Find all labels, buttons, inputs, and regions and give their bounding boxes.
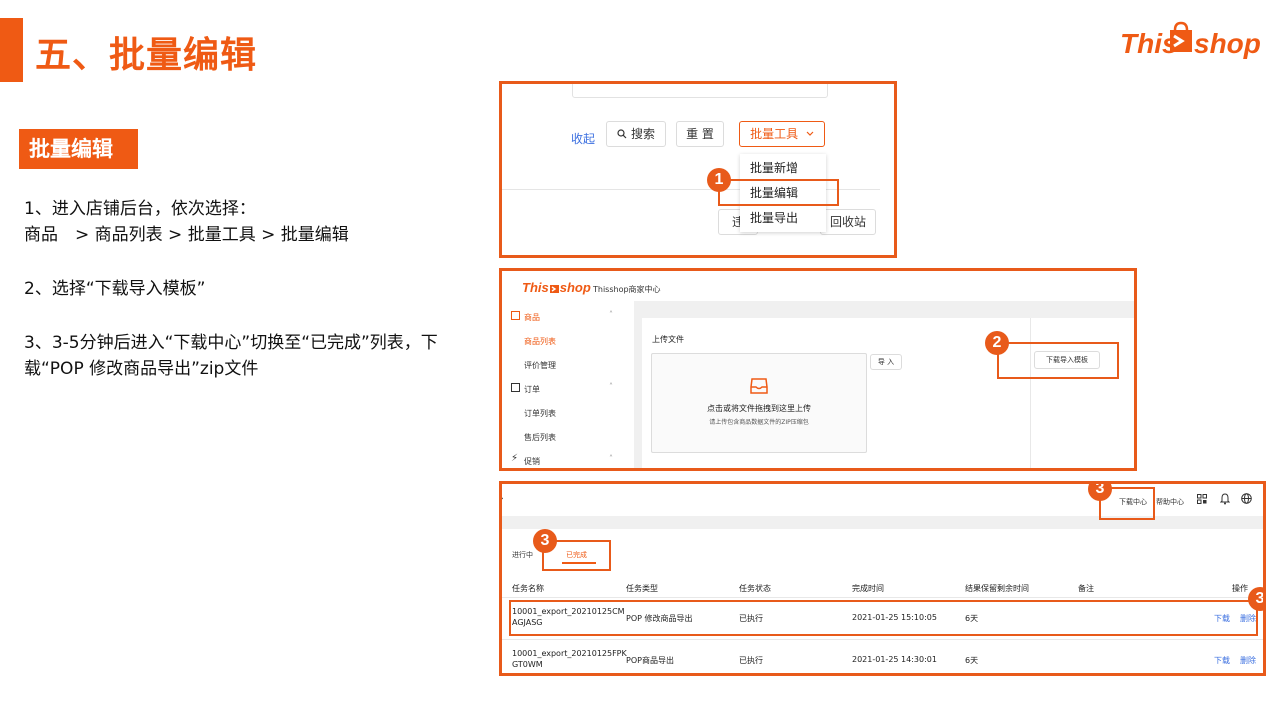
menu-item-batch-add[interactable]: 批量新增: [740, 156, 826, 180]
screenshot-upload-page: This shop Thisshop商家中心 商品 ˄ 商品列表 评价管理 订单 …: [499, 268, 1137, 471]
thisshop-logo: This shop: [1120, 14, 1270, 70]
sidebar-group-goods[interactable]: 商品: [524, 312, 540, 323]
instruction-steps: 1、进入店铺后台，依次选择： 商品 > 商品列表 > 批量工具 > 批量编辑 2…: [24, 196, 474, 410]
upload-section-title: 上传文件: [652, 335, 684, 344]
finish-time: 2021-01-25 14:30:01: [852, 655, 937, 664]
upload-inbox-icon: [750, 378, 768, 394]
slide-title: 五、批量编辑: [35, 35, 258, 76]
task-type: POP商品导出: [626, 656, 674, 665]
collapse-link[interactable]: 收起: [571, 130, 595, 147]
table-row: 10001_export_20210125FPK GT0WM POP商品导出 已…: [502, 640, 1263, 673]
sidebar-item-goods-list[interactable]: 商品列表: [524, 336, 556, 347]
step-badge-3-row: 3: [1248, 587, 1263, 611]
remaining-time: 6天: [965, 656, 979, 665]
recycle-bin-button[interactable]: 回收站: [820, 209, 876, 235]
panel-divider: [1030, 318, 1031, 468]
mini-logo: This shop: [522, 280, 591, 295]
sidebar: 商品 ˄ 商品列表 评价管理 订单 ˄ 订单列表 售后列表 ⚡ 促销 ˄: [502, 301, 634, 468]
chevron-up-icon: ˄: [609, 454, 613, 463]
menu-item-batch-export[interactable]: 批量导出: [740, 206, 826, 230]
highlight-download-template: [997, 342, 1119, 379]
search-button[interactable]: 搜索: [606, 121, 666, 147]
bell-icon[interactable]: [1220, 493, 1230, 505]
tab-in-progress[interactable]: 进行中: [512, 550, 533, 560]
highlight-pop-export-row: [509, 600, 1258, 636]
import-button[interactable]: 导 入: [870, 354, 902, 370]
batch-tools-label: 批量工具: [750, 127, 799, 141]
reset-button[interactable]: 重 置: [676, 121, 724, 147]
slide: 五、批量编辑 This shop 批量编辑 1、进入店铺后台，依次选择： 商品 …: [0, 0, 1280, 720]
globe-icon[interactable]: [1241, 493, 1252, 504]
help-center-link[interactable]: 帮助中心: [1156, 497, 1184, 507]
logo-shop-text: shop: [1194, 28, 1261, 59]
screenshot-batch-tools: 收起 搜索 重 置 批量工具 批量新增 批量编辑 批量导出 1 违 回收站: [499, 81, 897, 258]
batch-tools-button[interactable]: 批量工具: [739, 121, 825, 147]
step-2: 2、选择“下载导入模板”: [24, 279, 206, 299]
col-task-type: 任务类型: [626, 584, 658, 593]
step-3: 3、3-5分钟后进入“下载中心”切换至“已完成”列表，下载“POP 修改商品导出…: [24, 333, 438, 379]
sidebar-item-reviews[interactable]: 评价管理: [524, 360, 556, 371]
upload-dropzone[interactable]: 点击或将文件拖拽到这里上传 请上传包含商品数据文件的ZIP压缩包: [651, 353, 867, 453]
step-badge-2: 2: [985, 331, 1009, 355]
sidebar-group-orders[interactable]: 订单: [524, 384, 540, 395]
col-finish-time: 完成时间: [852, 584, 884, 593]
chevron-up-icon: ˄: [609, 310, 613, 319]
task-status: 已执行: [739, 656, 763, 665]
chevron-right-icon: ›: [500, 494, 504, 504]
delete-link[interactable]: 删除: [1240, 655, 1256, 666]
step-1-title: 1、进入店铺后台，依次选择：: [24, 199, 256, 219]
step-1-path: 商品 > 商品列表 > 批量工具 > 批量编辑: [24, 225, 349, 245]
col-task-status: 任务状态: [739, 584, 771, 593]
upload-hint-text: 请上传包含商品数据文件的ZIP压缩包: [709, 419, 809, 426]
chevron-up-icon: ˄: [609, 382, 613, 391]
chevron-down-icon: [806, 131, 814, 136]
download-link[interactable]: 下载: [1214, 655, 1230, 666]
sidebar-item-after-sales[interactable]: 售后列表: [524, 432, 556, 443]
sidebar-item-order-list[interactable]: 订单列表: [524, 408, 556, 419]
task-name-line1: 10001_export_20210125FPK: [512, 649, 627, 658]
top-bar: This shop Thisshop商家中心: [502, 271, 1134, 301]
qr-code-icon[interactable]: [1197, 494, 1207, 504]
title-accent-bar: [0, 18, 23, 82]
step-badge-1: 1: [707, 168, 731, 192]
task-name-line2: GT0WM: [512, 660, 543, 669]
content-gutter: [634, 318, 642, 468]
order-icon: [511, 383, 520, 392]
mini-bag-icon: [549, 285, 559, 293]
search-icon: [617, 129, 627, 139]
partial-input: [572, 84, 828, 98]
screenshot-download-center: › 下载中心 帮助中心 3 进行中 已完成 3 任务名称 任务类型 任务状态 完…: [499, 481, 1266, 676]
merchant-center-title: Thisshop商家中心: [593, 285, 661, 294]
section-tag: 批量编辑: [19, 129, 138, 169]
shopping-bag-icon: [1170, 21, 1192, 52]
promo-icon: ⚡: [511, 453, 519, 464]
col-actions: 操作: [1232, 584, 1248, 593]
sidebar-group-promo[interactable]: 促销: [524, 456, 540, 467]
goods-icon: [511, 311, 520, 320]
col-remaining: 结果保留剩余时间: [965, 584, 1029, 593]
search-button-label: 搜索: [630, 127, 655, 141]
col-note: 备注: [1078, 584, 1094, 593]
upload-main-text: 点击或将文件拖拽到这里上传: [707, 404, 811, 413]
highlight-batch-edit: [718, 179, 839, 206]
step-badge-3-tab: 3: [533, 529, 557, 553]
col-task-name: 任务名称: [512, 584, 544, 593]
